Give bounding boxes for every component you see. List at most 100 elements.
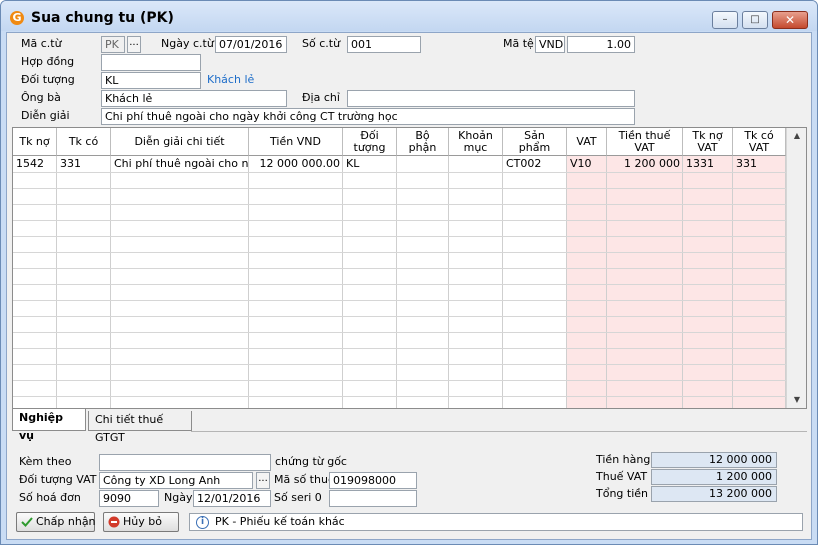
app-logo-icon: G [10,11,24,25]
ma-ct-label: Mã c.từ [21,37,62,50]
so-ct-label: Số c.từ [302,37,341,50]
checkmark-icon [21,517,33,527]
ngay-hd-field[interactable]: 12/01/2016 [193,490,271,507]
scroll-up-arrow-icon[interactable]: ▲ [787,128,806,144]
grid-row-line [13,396,786,397]
cell-tien-vnd[interactable]: 12 000 000.00 [249,156,343,172]
hop-dong-label: Hợp đồng [21,55,75,68]
dien-giai-field[interactable]: Chi phí thuê ngoài cho ngày khởi công CT… [101,108,635,125]
accept-button[interactable]: Chấp nhận [16,512,96,532]
col-tk-no[interactable]: Tk nợ [13,128,57,156]
maximize-button[interactable]: □ [742,11,768,29]
thue-vat-label: Thuế VAT [596,470,648,483]
doi-tuong-vat-label: Đối tượng VAT [19,473,97,486]
col-vat[interactable]: VAT [567,128,607,156]
ngay-ct-field[interactable]: 07/01/2016 [215,36,287,53]
col-dien-giai[interactable]: Diễn giải chi tiết [111,128,249,156]
so-hoa-don-field[interactable]: 9090 [99,490,159,507]
hop-dong-field[interactable] [101,54,201,71]
ma-te-field[interactable]: VND [535,36,565,53]
col-san-pham[interactable]: Sản phẩm [503,128,567,156]
grid-row-line [13,300,786,301]
ong-ba-field[interactable]: Khách lẻ [101,90,287,107]
cell-khoan-muc[interactable] [449,156,503,172]
grid-row-line [13,364,786,365]
scroll-down-arrow-icon[interactable]: ▼ [787,392,806,408]
so-seri-field[interactable] [329,490,417,507]
app-window: G Sua chung tu (PK) – □ ✕ Mã c.từ PK ...… [0,0,818,545]
accept-label: Chấp nhận [36,515,96,528]
so-hoa-don-label: Số hoá đơn [19,491,81,504]
grid-row-line [13,252,786,253]
grid-row-line [13,172,786,173]
grid-row-line [13,204,786,205]
form-body: Mã c.từ PK ... Ngày c.từ 07/01/2016 Số c… [6,32,812,540]
chung-tu-goc-label: chứng từ gốc [275,455,347,468]
dia-chi-field[interactable] [347,90,635,107]
grid-row-line [13,316,786,317]
cell-bo-phan[interactable] [397,156,449,172]
col-tien-vnd[interactable]: Tiền VND [249,128,343,156]
grid-row-line [13,220,786,221]
doi-tuong-label: Đối tượng [21,73,75,86]
cell-doi-tuong[interactable]: KL [343,156,397,172]
tien-hang-label: Tiền hàng [596,453,651,466]
doi-tuong-field[interactable]: KL [101,72,201,89]
tien-hang-value: 12 000 000 [651,452,777,468]
cell-dien-giai[interactable]: Chi phí thuê ngoài cho ngày [111,156,249,172]
cell-san-pham[interactable]: CT002 [503,156,567,172]
grid-row-line [13,284,786,285]
tab-nghiep-vu[interactable]: Nghiệp vụ [12,409,86,442]
ma-te-label: Mã tệ [503,37,534,50]
ong-ba-label: Ông bà [21,91,61,104]
so-ct-field[interactable]: 001 [347,36,421,53]
doi-tuong-vat-field[interactable]: Công ty XD Long Anh [99,472,253,489]
tong-tien-value: 13 200 000 [651,486,777,502]
ma-ct-browse-button[interactable]: ... [127,36,141,53]
ma-ct-field[interactable]: PK [101,36,125,53]
grid-row-line [13,236,786,237]
cell-tk-no-vat[interactable]: 1331 [683,156,733,172]
cell-vat[interactable]: V10 [567,156,607,172]
col-doi-tuong[interactable]: Đối tượng [343,128,397,156]
title-bar[interactable]: G Sua chung tu (PK) – □ ✕ [1,1,817,31]
close-button[interactable]: ✕ [772,11,808,29]
cancel-button[interactable]: Hủy bỏ [103,512,179,532]
tab-chi-tiet-thue[interactable]: Chi tiết thuế GTGT [88,411,192,444]
cell-tk-no[interactable]: 1542 [13,156,57,172]
grid-scrollbar[interactable]: ▲ ▼ [786,128,806,408]
doi-tuong-name: Khách lẻ [207,73,255,86]
col-khoan-muc[interactable]: Khoản mục [449,128,503,156]
status-bar: i PK - Phiếu kế toán khác [189,513,803,531]
so-seri-label: Số seri 0 [274,491,322,504]
col-tk-co[interactable]: Tk có [57,128,111,156]
ngay-ct-label: Ngày c.từ [161,37,214,50]
exchange-rate-field[interactable]: 1.00 [567,36,635,53]
tong-tien-label: Tổng tiền [596,487,649,500]
grid-row-line [13,188,786,189]
grid-row-line [13,348,786,349]
stop-icon [108,516,120,528]
journal-grid[interactable]: Tk nợ Tk có Diễn giải chi tiết Tiền VND … [12,127,807,409]
cell-tk-co[interactable]: 331 [57,156,111,172]
col-tk-co-vat[interactable]: Tk có VAT [733,128,786,156]
col-tien-thue-vat[interactable]: Tiền thuế VAT [607,128,683,156]
cell-tien-thue-vat[interactable]: 1 200 000 [607,156,683,172]
minimize-button[interactable]: – [712,11,738,29]
grid-row-line [13,268,786,269]
window-title: Sua chung tu (PK) [31,10,174,26]
kem-theo-field[interactable] [99,454,271,471]
dia-chi-label: Địa chỉ [302,91,340,104]
grid-row-line [13,380,786,381]
thue-vat-value: 1 200 000 [651,469,777,485]
cell-tk-co-vat[interactable]: 331 [733,156,786,172]
cancel-label: Hủy bỏ [123,515,162,528]
ma-so-thue-field[interactable]: 019098000 [329,472,417,489]
doi-tuong-vat-browse-button[interactable]: ... [256,472,270,489]
col-bo-phan[interactable]: Bộ phận [397,128,449,156]
dien-giai-label: Diễn giải [21,109,70,122]
bottom-tabs: Nghiệp vụ Chi tiết thuế GTGT [12,409,807,444]
col-tk-no-vat[interactable]: Tk nợ VAT [683,128,733,156]
ngay-hd-label: Ngày [164,491,193,504]
grid-row-line [13,332,786,333]
